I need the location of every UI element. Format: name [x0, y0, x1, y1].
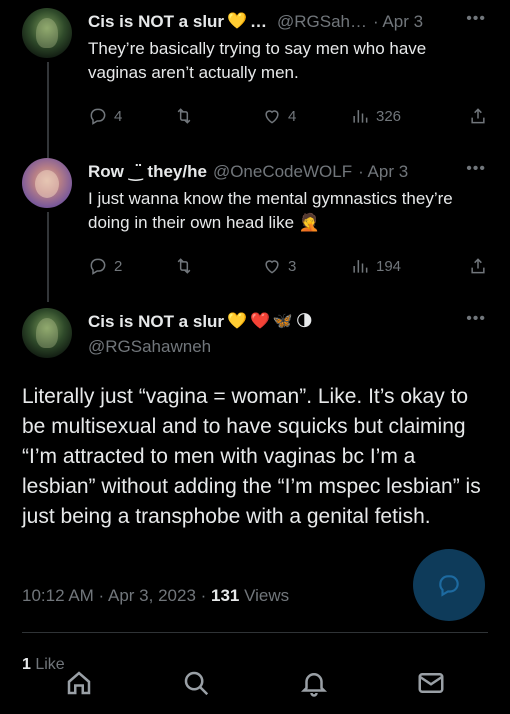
yellow-heart-emoji: 💛 [227, 313, 247, 330]
bottom-nav [0, 656, 510, 714]
tweet-header: Cis is NOT a slur 💛 … @RGSah… · Apr 3 [88, 12, 423, 32]
butterfly-emoji: 🦋 [272, 313, 293, 330]
tweet-actions: 4 4 326 [88, 106, 488, 126]
views-count: 194 [376, 257, 402, 275]
heart-icon [265, 110, 279, 124]
retweet-icon [177, 108, 191, 124]
like-count: 4 [288, 107, 297, 125]
like-button[interactable]: 3 [262, 256, 350, 276]
handle[interactable]: @RGSah… [277, 12, 367, 32]
display-name[interactable]: Cis is NOT a slur [88, 12, 224, 32]
heart-icon [265, 260, 279, 274]
views-button[interactable]: 326 [350, 106, 468, 126]
views-icon [353, 260, 368, 273]
notifications-icon [300, 672, 327, 697]
home-icon [67, 670, 90, 694]
nav-messages[interactable] [416, 668, 446, 703]
tweet-meta: 10:12 AM · Apr 3, 2023 · 131 Views [22, 586, 289, 606]
nav-notifications[interactable] [299, 668, 329, 703]
name-ellipsis: … [249, 12, 267, 31]
main-tweet-text: Literally just “vagina = woman”. Like. I… [22, 385, 481, 528]
avatar[interactable] [22, 8, 72, 58]
like-button[interactable]: 4 [262, 106, 350, 126]
share-button[interactable] [468, 106, 488, 126]
tweet-text: They’re basically trying to say men who … [88, 39, 427, 82]
timestamp[interactable]: · Apr 3 [373, 12, 423, 32]
retweet-button[interactable] [174, 106, 262, 126]
avatar[interactable] [22, 158, 72, 208]
reply-icon [90, 258, 106, 275]
main-tweet-header: Cis is NOT a slur 💛 ❤️ 🦋 🌗 [88, 312, 313, 332]
tweet-timestamp[interactable]: 10:12 AM · Apr 3, 2023 · [22, 586, 211, 605]
timestamp[interactable]: · Apr 3 [358, 162, 408, 182]
divider [22, 632, 488, 633]
reply-count: 2 [114, 257, 123, 275]
tweet-text: I just wanna know the mental gymnastics … [88, 189, 453, 232]
main-tweet-handle-row: @RGSahawneh [88, 337, 211, 357]
thread-line-2 [47, 212, 49, 302]
more-horizontal-icon[interactable]: ••• [466, 310, 486, 328]
red-heart-emoji: ❤️ [249, 313, 270, 330]
reply-button[interactable]: 2 [88, 256, 174, 276]
more-horizontal-icon[interactable]: ••• [466, 160, 486, 178]
views-count: 131 [211, 586, 240, 605]
retweet-button[interactable] [174, 256, 262, 276]
more-horizontal-icon[interactable]: ••• [466, 10, 486, 28]
views-label: Views [239, 586, 290, 605]
thread-line-1 [47, 62, 49, 158]
display-name[interactable]: Cis is NOT a slur [88, 312, 224, 332]
yellow-heart-emoji: 💛 [227, 13, 247, 30]
tweet-header: Row ‿̈ they/he @OneCodeWOLF · Apr 3 [88, 162, 408, 182]
handle[interactable]: @OneCodeWOLF [213, 162, 352, 182]
reply-button[interactable]: 4 [88, 106, 174, 126]
compose-reply-icon [439, 575, 459, 597]
share-icon [471, 258, 485, 274]
tweet-actions: 2 3 194 [88, 256, 488, 276]
nav-search[interactable] [181, 668, 211, 703]
search-icon [185, 671, 209, 695]
share-icon [471, 108, 485, 124]
retweet-icon [177, 258, 191, 274]
nav-home[interactable] [64, 668, 94, 703]
views-count: 326 [376, 107, 402, 125]
reply-count: 4 [114, 107, 123, 125]
avatar[interactable] [22, 308, 72, 358]
compose-reply-button[interactable] [413, 549, 485, 621]
messages-icon [418, 672, 444, 693]
share-button[interactable] [468, 256, 488, 276]
display-name[interactable]: Row ‿̈ they/he [88, 162, 207, 182]
views-button[interactable]: 194 [350, 256, 468, 276]
reply-icon [90, 108, 106, 125]
views-icon [353, 110, 368, 123]
like-count: 3 [288, 257, 297, 275]
half-moon-emoji: 🌗 [295, 313, 313, 330]
handle[interactable]: @RGSahawneh [88, 337, 211, 357]
